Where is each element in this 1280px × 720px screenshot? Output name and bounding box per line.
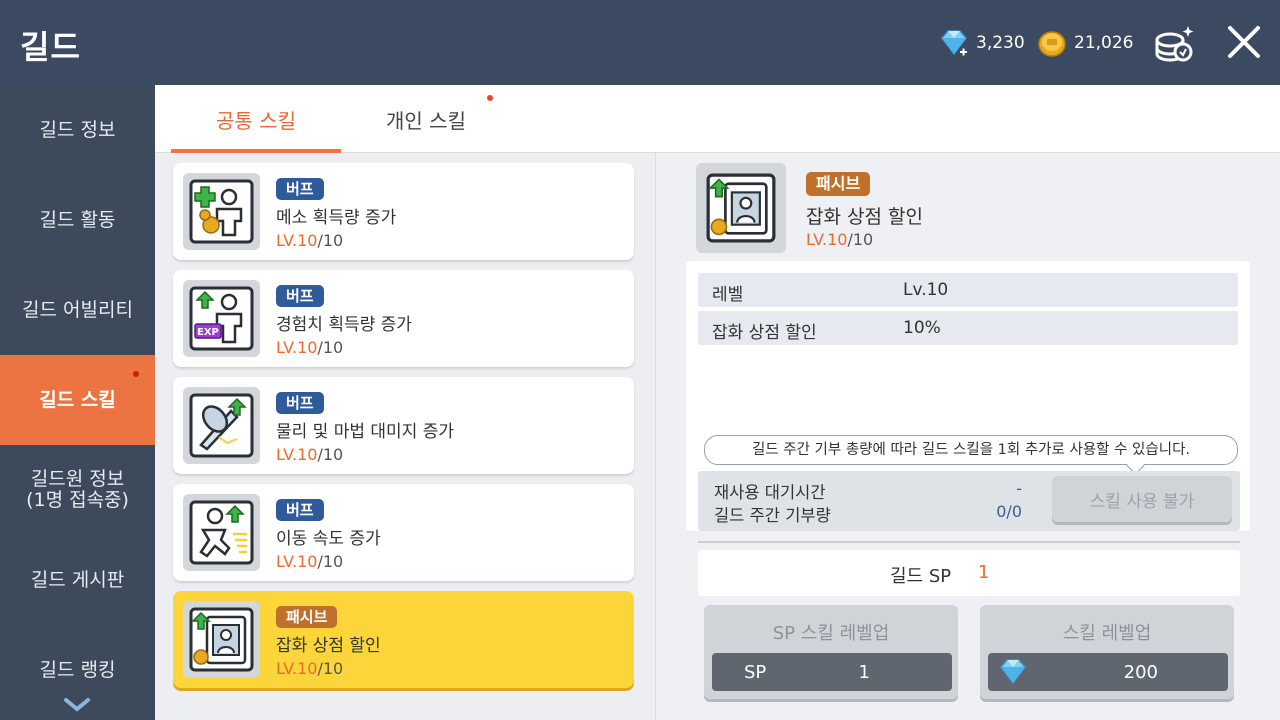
detail-skill-name: 잡화 상점 할인 <box>806 206 923 228</box>
skill-icon-frame <box>183 494 260 571</box>
skill-icon-frame: EXP <box>183 280 260 357</box>
exp-gain-icon: EXP <box>189 286 254 351</box>
meso-amount: 21,026 <box>1074 33 1134 53</box>
skill-list: 버프 메소 획득량 증가 LV.10/10 EXP 버프 경험치 획득량 증가 … <box>155 153 653 720</box>
donation-label: 길드 주간 기부량 <box>714 506 831 525</box>
skill-level: LV.10/10 <box>276 338 344 357</box>
detail-icon-frame <box>696 163 786 253</box>
skill-type-badge: 버프 <box>276 392 324 414</box>
sp-skill-levelup-button[interactable]: SP 스킬 레벨업 SP 1 <box>704 605 958 699</box>
stat-row-level: 레벨 Lv.10 <box>698 273 1238 307</box>
skill-level: LV.10/10 <box>276 552 344 571</box>
skill-level: LV.10/10 <box>276 659 344 678</box>
diamond-cost: 200 <box>988 653 1228 691</box>
diamond-icon <box>1000 659 1026 685</box>
skill-name: 경험치 획득량 증가 <box>276 315 412 335</box>
guild-sp-value: 1 <box>978 562 990 583</box>
tab-common-skill[interactable]: 공통 스킬 <box>171 85 341 153</box>
shop-discount-icon <box>189 607 254 672</box>
skill-type-badge: 버프 <box>276 285 324 307</box>
skill-name: 이동 속도 증가 <box>276 529 381 549</box>
skill-icon-frame <box>183 173 260 250</box>
meso-coin-icon <box>1038 31 1066 57</box>
skill-name: 메소 획득량 증가 <box>276 208 397 228</box>
skill-name: 잡화 상점 할인 <box>276 636 381 656</box>
detail-skill-level: LV.10/10 <box>806 230 874 249</box>
skill-icon-frame <box>183 387 260 464</box>
skill-type-badge: 버프 <box>276 178 324 200</box>
diamond-amount: 3,230 <box>976 33 1025 53</box>
guild-sp-row: 길드 SP 1 <box>698 550 1240 596</box>
shop-discount-icon <box>706 173 776 243</box>
diamond-currency[interactable]: 3,230 <box>938 28 1025 58</box>
donation-tooltip: 길드 주간 기부 총량에 따라 길드 스킬을 1회 추가로 사용할 수 있습니다… <box>704 435 1238 465</box>
donation-value: 0/0 <box>996 502 1022 521</box>
skill-card-damage[interactable]: 버프 물리 및 마법 대미지 증가 LV.10/10 <box>173 377 634 474</box>
skill-card-exp[interactable]: EXP 버프 경험치 획득량 증가 LV.10/10 <box>173 270 634 367</box>
cooldown-label: 재사용 대기시간 <box>714 483 826 502</box>
skill-card-meso[interactable]: 버프 메소 획득량 증가 LV.10/10 <box>173 163 634 260</box>
guild-sp-label: 길드 SP <box>890 566 952 587</box>
move-speed-icon <box>189 500 254 565</box>
sidebar-item-guild-skill[interactable]: 길드 스킬 <box>0 355 155 445</box>
skill-detail-panel: 패시브 잡화 상점 할인 LV.10/10 레벨 Lv.10 잡화 상점 할인 … <box>655 153 1280 720</box>
skill-levelup-button[interactable]: 스킬 레벨업 200 <box>980 605 1234 699</box>
sidebar: 길드 정보 길드 활동 길드 어빌리티 길드 스킬 길드원 정보 (1명 접속중… <box>0 85 155 720</box>
detail-type-badge: 패시브 <box>806 172 871 196</box>
chevron-down-icon[interactable] <box>62 694 92 714</box>
sidebar-item-guild-activity[interactable]: 길드 활동 <box>0 175 155 265</box>
sp-cost: SP 1 <box>712 653 952 691</box>
skill-card-speed[interactable]: 버프 이동 속도 증가 LV.10/10 <box>173 484 634 581</box>
sidebar-item-guild-ability[interactable]: 길드 어빌리티 <box>0 265 155 355</box>
damage-up-icon <box>189 393 254 458</box>
cooldown-value: - <box>1016 479 1022 498</box>
skill-card-shop-discount[interactable]: 패시브 잡화 상점 할인 LV.10/10 <box>173 591 634 688</box>
skill-level: LV.10/10 <box>276 445 344 464</box>
skill-icon-frame <box>183 601 260 678</box>
notification-dot <box>133 371 139 377</box>
tab-bar: 공통 스킬 개인 스킬 <box>155 85 1280 153</box>
top-bar: 길드 3,230 21,026 <box>0 0 1280 85</box>
notification-dot <box>487 95 493 101</box>
page-title: 길드 <box>20 28 81 66</box>
stat-row-discount: 잡화 상점 할인 10% <box>698 311 1238 345</box>
use-skill-button[interactable]: 스킬 사용 불가 <box>1052 476 1232 522</box>
skill-level: LV.10/10 <box>276 231 344 250</box>
close-icon[interactable] <box>1224 22 1264 62</box>
diamond-plus-icon <box>941 30 968 57</box>
tab-personal-skill[interactable]: 개인 스킬 <box>341 85 511 153</box>
sidebar-item-guild-members[interactable]: 길드원 정보 (1명 접속중) <box>0 445 155 535</box>
skill-name: 물리 및 마법 대미지 증가 <box>276 422 455 442</box>
meso-currency: 21,026 <box>1036 28 1133 58</box>
divider <box>698 541 1240 543</box>
sidebar-item-guild-board[interactable]: 길드 게시판 <box>0 535 155 625</box>
sidebar-item-guild-info[interactable]: 길드 정보 <box>0 85 155 175</box>
skill-type-badge: 버프 <box>276 499 324 521</box>
skill-use-box: 재사용 대기시간 길드 주간 기부량 - 0/0 스킬 사용 불가 <box>698 471 1240 531</box>
guild-shop-icon[interactable] <box>1150 20 1198 66</box>
skill-type-badge: 패시브 <box>276 606 338 628</box>
svg-text:EXP: EXP <box>197 327 219 338</box>
meso-gain-icon <box>189 179 254 244</box>
